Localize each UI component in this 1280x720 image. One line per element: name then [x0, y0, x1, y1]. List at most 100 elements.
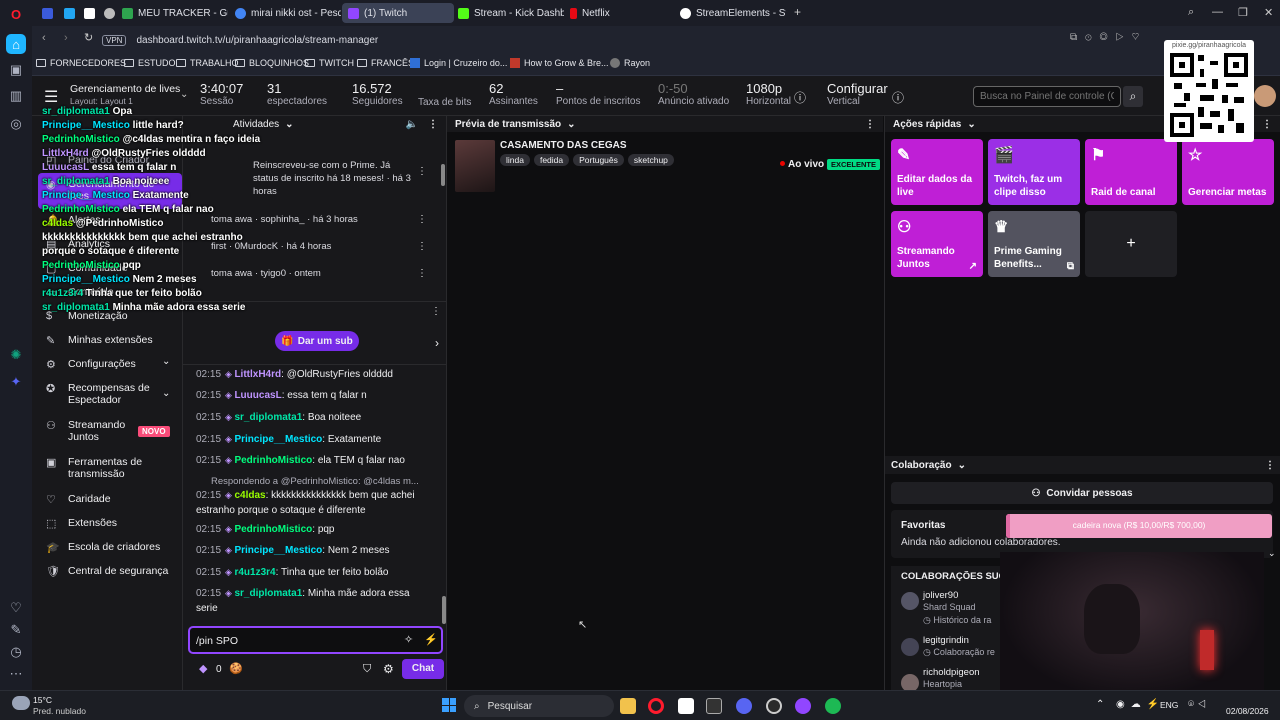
- home-icon[interactable]: ⌂: [6, 34, 26, 54]
- clock-date[interactable]: 02/08/2026: [1226, 706, 1269, 716]
- avatar[interactable]: [901, 592, 919, 610]
- nav-viewer-rewards[interactable]: ✪ Recompensas de Espectador: [46, 382, 176, 406]
- chevron-down-icon[interactable]: ⌄: [180, 89, 188, 100]
- bookmark-folder[interactable]: FRANCÊS: [357, 58, 414, 68]
- restore-icon[interactable]: ❐: [1238, 6, 1248, 19]
- bookmark-folder[interactable]: TWITCH: [305, 58, 354, 68]
- chat-username[interactable]: sr_diplomata1: [234, 588, 302, 599]
- more-icon[interactable]: ⋮: [417, 241, 427, 252]
- tab-google-search[interactable]: mirai nikki ost - Pesquisa: [229, 3, 341, 23]
- forward-icon[interactable]: ›: [64, 32, 68, 44]
- chat-input[interactable]: /pin SPO ✧ ⚡: [188, 626, 443, 654]
- chat-username[interactable]: c4ldas: [234, 490, 265, 501]
- chat-scrollbar[interactable]: [442, 596, 446, 624]
- pinned-tab[interactable]: [36, 3, 56, 23]
- bits-icon[interactable]: ⚡: [424, 633, 438, 646]
- nav-safety-center[interactable]: 🛡 Central de segurança: [46, 565, 176, 578]
- bookmark-link[interactable]: How to Grow & Bre...: [510, 58, 609, 68]
- pinned-tab[interactable]: [58, 3, 76, 23]
- info-icon[interactable]: ⓘ: [794, 89, 806, 106]
- more-icon[interactable]: ⋮: [1265, 460, 1275, 471]
- suggestion-name[interactable]: richoldpigeon: [923, 667, 980, 678]
- history-icon[interactable]: ◷: [6, 642, 26, 662]
- invite-people-button[interactable]: ⚇ Convidar pessoas: [891, 482, 1273, 504]
- bookmark-folder[interactable]: FORNECEDORES: [36, 58, 126, 68]
- tab-streamelements[interactable]: StreamElements - Stream: [674, 3, 786, 23]
- book-icon[interactable]: ▥: [6, 86, 26, 106]
- chevron-down-icon[interactable]: ⌄: [1268, 548, 1276, 559]
- pinned-tab[interactable]: [78, 3, 96, 23]
- tag[interactable]: Português: [573, 154, 624, 166]
- taskbar-search[interactable]: ⌕ Pesquisar: [464, 695, 614, 717]
- chat-username[interactable]: Principe__Mestico: [234, 545, 322, 556]
- cookie-icon[interactable]: 🍪: [229, 662, 243, 675]
- quick-action-edit-stream[interactable]: ✎ Editar dados da live: [891, 139, 983, 205]
- stat-vertical[interactable]: Configurar Vertical: [827, 81, 888, 107]
- more-icon[interactable]: ⋮: [865, 119, 875, 130]
- heart-icon[interactable]: ♡: [6, 598, 26, 618]
- tab-meu-tracker[interactable]: MEU TRACKER - Guides b: [116, 3, 228, 23]
- aria-icon[interactable]: ◎: [6, 114, 26, 134]
- bookmark-folder[interactable]: TRABALHO: [176, 58, 239, 68]
- nav-broadcast-tools[interactable]: ▣ Ferramentas de transmissão: [46, 456, 176, 480]
- opera-logo-icon[interactable]: O: [6, 4, 26, 24]
- chevron-right-icon[interactable]: ›: [435, 336, 439, 350]
- address-actions-icon[interactable]: ⧉⊙◎▷♡: [1070, 32, 1147, 43]
- activity-scrollbar[interactable]: [441, 164, 445, 186]
- pinned-tab[interactable]: [98, 3, 116, 23]
- chat-username[interactable]: LittlxH4rd: [234, 369, 281, 380]
- quick-action-raid[interactable]: ⚑ Raid de canal: [1085, 139, 1177, 205]
- bookmark-link[interactable]: Rayon: [610, 58, 650, 68]
- edit-icon[interactable]: ✎: [6, 620, 26, 640]
- close-window-icon[interactable]: ✕: [1264, 6, 1273, 19]
- discord-icon[interactable]: [736, 698, 752, 714]
- gift-sub-button[interactable]: 🎁 Dar um sub: [275, 331, 359, 351]
- chat-username[interactable]: Principe__Mestico: [234, 434, 322, 445]
- chat-username[interactable]: LuuucasL: [234, 390, 281, 401]
- avatar[interactable]: [1254, 85, 1276, 107]
- weather-temp[interactable]: 15°C: [33, 695, 52, 705]
- chevron-down-icon[interactable]: ⌄: [967, 119, 975, 130]
- chat-username[interactable]: r4u1z3r4: [234, 567, 275, 578]
- chat-username[interactable]: sr_diplomata1: [234, 412, 302, 423]
- stream-thumbnail[interactable]: [455, 140, 495, 192]
- volume-icon[interactable]: 🔈: [406, 119, 418, 130]
- discord-icon[interactable]: ✦: [6, 372, 26, 392]
- chat-username[interactable]: PedrinhoMistico: [234, 455, 312, 466]
- tag[interactable]: fedida: [533, 154, 570, 166]
- chat-send-button[interactable]: Chat: [402, 659, 444, 679]
- shield-icon[interactable]: ⛉: [363, 663, 371, 676]
- tag[interactable]: linda: [500, 154, 530, 166]
- bits-badge-icon[interactable]: ◆: [199, 662, 207, 675]
- add-quick-action-button[interactable]: +: [1085, 211, 1177, 277]
- search-tabs-icon[interactable]: ⌕: [1188, 6, 1194, 19]
- quick-action-clip[interactable]: 🎬 Twitch, faz um clipe disso: [988, 139, 1080, 205]
- tab-netflix[interactable]: Netflix: [564, 3, 672, 23]
- calculator-icon[interactable]: [706, 698, 722, 714]
- dashboard-search-input[interactable]: [973, 86, 1121, 107]
- more-icon[interactable]: ⋮: [431, 306, 441, 317]
- info-icon[interactable]: ⓘ: [892, 89, 904, 106]
- network-volume-icon[interactable]: ⌾◁: [1188, 699, 1210, 710]
- page-title[interactable]: Gerenciamento de lives: [70, 83, 180, 95]
- gear-icon[interactable]: ⚙: [383, 662, 394, 676]
- steam-icon[interactable]: [766, 698, 782, 714]
- tab-twitch[interactable]: (1) Twitch: [342, 3, 454, 23]
- nav-charity[interactable]: ♡ Caridade: [46, 493, 176, 506]
- file-explorer-icon[interactable]: [620, 698, 636, 714]
- briefcase-icon[interactable]: ▣: [6, 60, 26, 80]
- back-icon[interactable]: ‹: [42, 32, 46, 44]
- quick-action-goals[interactable]: ☆ Gerenciar metas: [1182, 139, 1274, 205]
- spotify-icon[interactable]: [825, 698, 841, 714]
- bookmark-folder[interactable]: BLOQUINHOS: [235, 58, 309, 68]
- chevron-down-icon[interactable]: ⌄: [958, 460, 966, 471]
- opera-icon[interactable]: [648, 698, 664, 714]
- quick-action-stream-together[interactable]: ⚇ Streamando Juntos ↗: [891, 211, 983, 277]
- suggestion-name[interactable]: legitgrindin: [923, 635, 969, 646]
- new-tab-icon[interactable]: +: [794, 5, 801, 19]
- stream-title[interactable]: CASAMENTO DAS CEGAS: [500, 140, 627, 151]
- chevron-down-icon[interactable]: ⌄: [567, 119, 575, 130]
- vpn-badge[interactable]: VPN: [102, 34, 127, 46]
- chevron-down-icon[interactable]: ⌄: [162, 388, 170, 399]
- avatar[interactable]: [901, 638, 919, 656]
